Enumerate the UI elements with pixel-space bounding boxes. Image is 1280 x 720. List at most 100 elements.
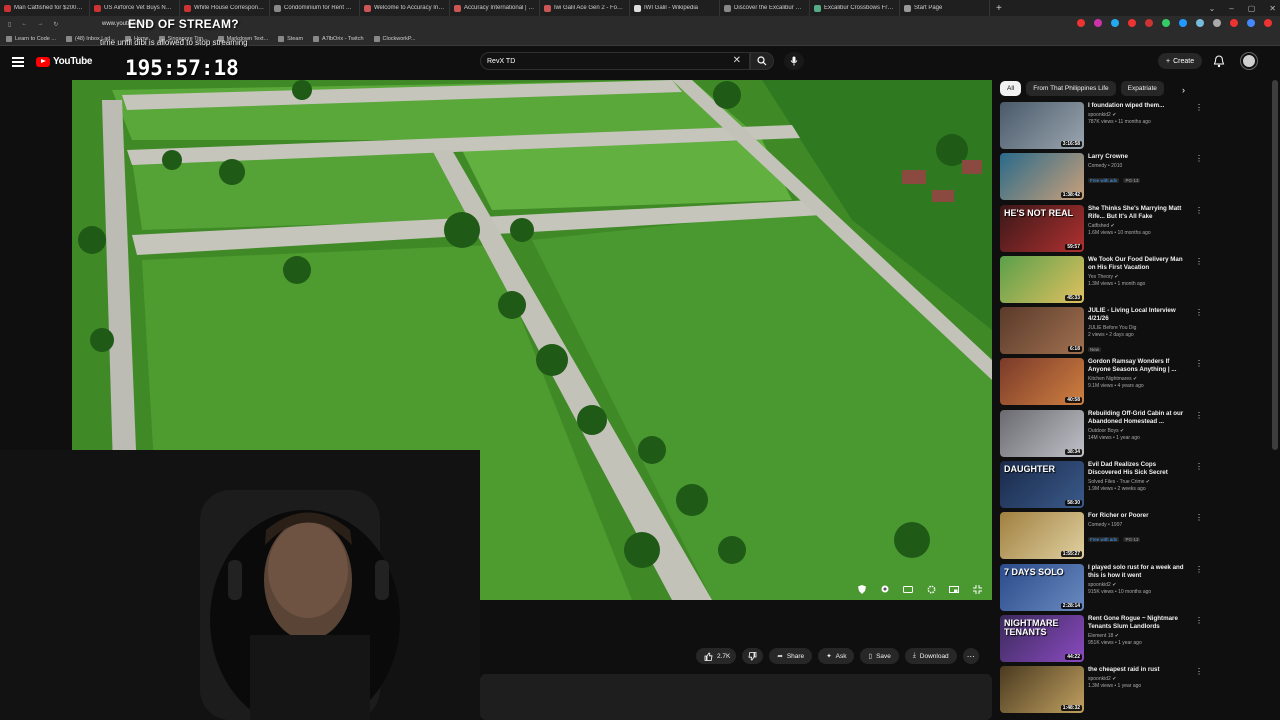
- tab-search-icon[interactable]: ⌄: [1209, 4, 1216, 13]
- rec-title[interactable]: Evil Dad Realizes Cops Discovered His Si…: [1088, 461, 1188, 477]
- maximize-icon[interactable]: ▢: [1248, 4, 1256, 13]
- browser-tab[interactable]: Start Page: [900, 0, 990, 16]
- browser-tab[interactable]: IWI Galil - Wikipedia: [630, 0, 720, 16]
- video-thumbnail[interactable]: 38:34: [1000, 409, 1084, 457]
- miniplayer-icon[interactable]: [949, 584, 959, 594]
- extension-icon[interactable]: [1077, 19, 1085, 27]
- more-options-icon[interactable]: ⋮: [1195, 514, 1203, 522]
- extension-icon[interactable]: [1162, 19, 1170, 27]
- bookmark-item[interactable]: Learn to Code ...: [6, 35, 56, 42]
- rec-channel[interactable]: Yes Theory ✔: [1088, 274, 1188, 280]
- new-tab-button[interactable]: +: [990, 3, 1008, 14]
- rec-title[interactable]: Rebuilding Off-Grid Cabin at our Abandon…: [1088, 410, 1188, 426]
- chevron-right-icon[interactable]: ›: [1182, 85, 1185, 95]
- browser-tab[interactable]: Iwi Galil Ace Gen 2 - For Sa...: [540, 0, 630, 16]
- more-options-icon[interactable]: ⋮: [1195, 206, 1203, 215]
- extension-icon[interactable]: [1111, 19, 1119, 27]
- video-thumbnail[interactable]: NIGHTMARE TENANTS 44:22: [1000, 614, 1084, 662]
- rec-title[interactable]: For Richer or Poorer: [1088, 512, 1188, 520]
- video-thumbnail[interactable]: DAUGHTER 58:30: [1000, 461, 1084, 509]
- rec-title[interactable]: Gordon Ramsay Wonders If Anyone Seasons …: [1088, 358, 1188, 374]
- clear-search-icon[interactable]: ✕: [733, 55, 741, 66]
- video-thumbnail[interactable]: HE'S NOT REAL 59:57: [1000, 204, 1084, 252]
- rec-channel[interactable]: spoonkid2 ✔: [1088, 582, 1188, 588]
- rec-title[interactable]: I foundation wiped them...: [1088, 102, 1188, 110]
- browser-tab[interactable]: Discover the Excalibur Mag...: [720, 0, 810, 16]
- download-button[interactable]: ⤓ Download: [904, 648, 957, 664]
- dislike-button[interactable]: [742, 648, 764, 664]
- video-thumbnail[interactable]: 7 DAYS SOLO 2:28:14: [1000, 563, 1084, 611]
- autoplay-toggle-icon[interactable]: [880, 584, 890, 594]
- video-thumbnail[interactable]: 6:18: [1000, 307, 1084, 355]
- save-button[interactable]: ▯ Save: [860, 648, 899, 664]
- rec-title[interactable]: We Took Our Food Delivery Man on His Fir…: [1088, 256, 1188, 272]
- recommendation-item[interactable]: 1:48:32 the cheapest raid in rust spoonkid…: [1000, 666, 1210, 717]
- browser-tab[interactable]: Accuracy International | Pro...: [450, 0, 540, 16]
- browser-tab[interactable]: Condominium for Rent at R...: [270, 0, 360, 16]
- browser-tab[interactable]: Excalibur Crossbows From ...: [810, 0, 900, 16]
- rec-title[interactable]: Larry Crowne: [1088, 153, 1188, 161]
- more-options-icon[interactable]: ⋮: [1195, 668, 1203, 676]
- account-avatar[interactable]: [1241, 53, 1257, 69]
- rec-title[interactable]: the cheapest raid in rust: [1088, 666, 1188, 674]
- rec-channel[interactable]: Element 18 ✔: [1088, 633, 1188, 639]
- rec-title[interactable]: I played solo rust for a week and this i…: [1088, 564, 1188, 580]
- search-button[interactable]: [750, 52, 774, 70]
- browser-tab[interactable]: US Airforce Vet Buys New H...: [90, 0, 180, 16]
- create-button[interactable]: + Create: [1158, 53, 1203, 69]
- fullscreen-exit-icon[interactable]: [972, 584, 982, 594]
- rec-title[interactable]: JULIE - Living Local Interview 4/21/26: [1088, 307, 1188, 323]
- more-options-icon[interactable]: ⋮: [1195, 411, 1203, 420]
- more-options-icon[interactable]: ⋮: [1195, 360, 1203, 368]
- more-options-icon[interactable]: ⋮: [1195, 565, 1203, 574]
- captions-icon[interactable]: [903, 584, 913, 594]
- extension-icon[interactable]: [1179, 19, 1187, 27]
- more-options-icon[interactable]: ⋮: [1195, 155, 1203, 163]
- more-options-icon[interactable]: ⋮: [1195, 309, 1203, 317]
- recommendation-item[interactable]: 1:55:27 For Richer or Poorer Comedy • 1997…: [1000, 512, 1210, 563]
- reload-icon[interactable]: ↻: [53, 21, 58, 28]
- video-thumbnail[interactable]: 40:58: [1000, 358, 1084, 406]
- extension-icon[interactable]: [1128, 19, 1136, 27]
- recommendation-item[interactable]: 40:58 Gordon Ramsay Wonders If Anyone Sea…: [1000, 358, 1210, 409]
- rec-channel[interactable]: Catfished ✔: [1088, 223, 1188, 229]
- more-options-icon[interactable]: ⋮: [1195, 104, 1203, 112]
- browser-tab[interactable]: Welcome to Accuracy Inter...: [360, 0, 450, 16]
- video-thumbnail[interactable]: 3:16:58: [1000, 102, 1084, 149]
- rec-channel[interactable]: spoonkid2 ✔: [1088, 112, 1188, 118]
- video-thumbnail[interactable]: 1:38:42: [1000, 153, 1084, 201]
- rec-channel[interactable]: Outdoor Boys ✔: [1088, 428, 1188, 434]
- sidebar-toggle-icon[interactable]: ▯: [8, 21, 11, 28]
- rec-channel[interactable]: JULIE Before You Dig: [1088, 325, 1188, 331]
- back-icon[interactable]: ←: [21, 21, 27, 28]
- extension-icon[interactable]: [1213, 19, 1221, 27]
- extension-icon[interactable]: [1264, 19, 1272, 27]
- video-thumbnail[interactable]: 1:55:27: [1000, 512, 1084, 560]
- more-options-icon[interactable]: ⋮: [1195, 616, 1203, 625]
- filter-chip[interactable]: All: [1000, 81, 1022, 96]
- recommendation-item[interactable]: 3:16:58 I foundation wiped them... spoonki…: [1000, 102, 1210, 153]
- extension-icon[interactable]: [1094, 19, 1102, 27]
- notifications-bell-icon[interactable]: [1213, 55, 1225, 68]
- share-button[interactable]: ➦ Share: [769, 648, 813, 664]
- more-options-icon[interactable]: ⋮: [1195, 257, 1203, 266]
- menu-icon[interactable]: [12, 57, 24, 69]
- filter-chip[interactable]: From That Philippines Life: [1026, 81, 1116, 96]
- browser-tab[interactable]: White House Corresponden...: [180, 0, 270, 16]
- shield-icon[interactable]: [857, 584, 867, 594]
- video-thumbnail[interactable]: 45:33: [1000, 255, 1084, 303]
- recommendation-item[interactable]: 6:18 JULIE - Living Local Interview 4/21/…: [1000, 307, 1210, 358]
- forward-icon[interactable]: →: [37, 21, 43, 28]
- browser-tab[interactable]: Man Catfished for $200K, V...: [0, 0, 90, 16]
- close-window-icon[interactable]: ✕: [1269, 4, 1276, 13]
- rec-channel[interactable]: spoonkid2 ✔: [1088, 676, 1188, 682]
- voice-search-button[interactable]: [784, 52, 804, 70]
- recommendation-item[interactable]: DAUGHTER 58:30 Evil Dad Realizes Cops Disc…: [1000, 461, 1210, 512]
- rec-title[interactable]: She Thinks She's Marrying Matt Rife... B…: [1088, 205, 1188, 221]
- youtube-logo[interactable]: YouTube: [36, 56, 93, 67]
- like-button[interactable]: 2.7K: [696, 648, 737, 664]
- bookmark-item[interactable]: ClockworkP...: [373, 35, 415, 42]
- recommendation-item[interactable]: HE'S NOT REAL 59:57 She Thinks She's Marry…: [1000, 204, 1210, 256]
- ask-button[interactable]: ✦ Ask: [818, 648, 855, 664]
- video-thumbnail[interactable]: 1:48:32: [1000, 666, 1084, 714]
